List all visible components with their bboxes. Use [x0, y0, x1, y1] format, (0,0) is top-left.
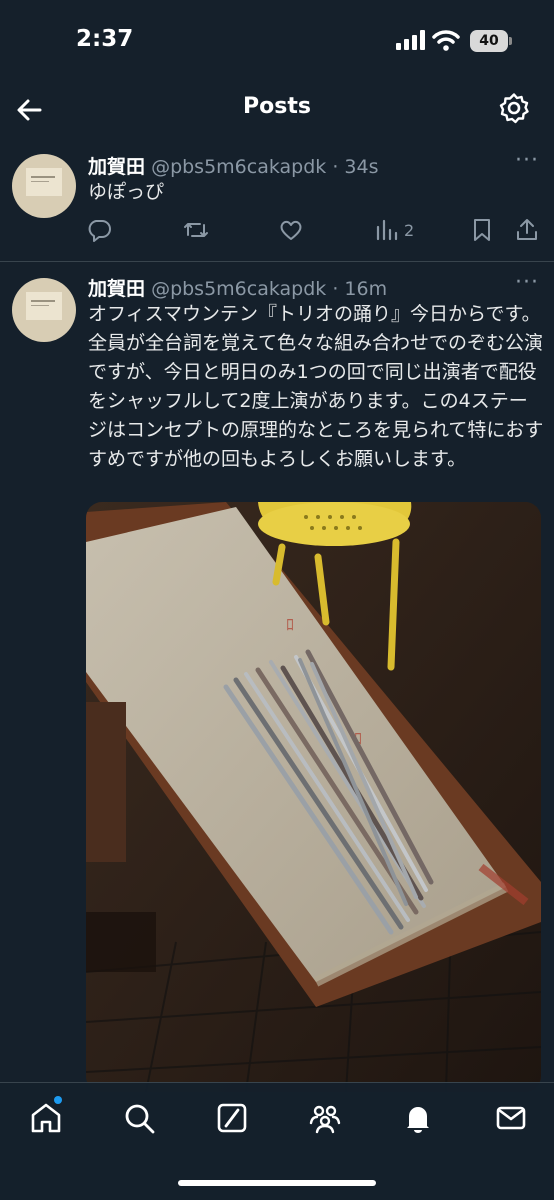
bookmark-button[interactable] [470, 214, 494, 246]
meta-separator: · [326, 156, 345, 178]
bookmark-icon [474, 219, 490, 241]
author-name[interactable]: 加賀田 [88, 156, 145, 178]
post-age[interactable]: 34s [344, 156, 378, 178]
status-time: 2:37 [76, 26, 134, 52]
views-chart-icon [376, 219, 398, 241]
repost-icon [184, 223, 208, 237]
heart-icon [280, 220, 302, 240]
meta-separator: · [326, 278, 345, 300]
status-bar: 2:37 40 [0, 0, 554, 80]
svg-text:ﾛ: ﾛ [286, 615, 294, 634]
more-icon[interactable]: ··· [515, 148, 539, 173]
more-icon[interactable]: ··· [515, 270, 539, 295]
avatar[interactable] [12, 278, 76, 342]
home-unread-dot [54, 1096, 62, 1104]
like-button[interactable] [278, 214, 304, 246]
post-header: 加賀田 @pbs5m6cakapdk · 16m [88, 274, 387, 301]
post-divider [0, 261, 554, 262]
notifications-icon[interactable] [401, 1101, 435, 1135]
post-photo[interactable]: ﾛ ﾛ [86, 502, 541, 1092]
post-text: ゆぽっぴ [88, 181, 165, 203]
battery-indicator: 40 [470, 30, 508, 52]
post-item[interactable]: 加賀田 @pbs5m6cakapdk · 34s ··· ゆぽっぴ 2 [0, 146, 554, 260]
post-actions: 2 [0, 214, 554, 246]
grok-icon[interactable] [215, 1101, 249, 1135]
home-icon[interactable] [29, 1101, 63, 1135]
repost-button[interactable] [182, 214, 210, 246]
wifi-icon [432, 30, 460, 51]
home-indicator[interactable] [178, 1180, 376, 1186]
post-age[interactable]: 16m [344, 278, 387, 300]
avatar[interactable] [12, 154, 76, 218]
author-name[interactable]: 加賀田 [88, 278, 145, 300]
cellular-signal-icon [396, 30, 425, 50]
views-count: 2 [404, 220, 415, 240]
views-button[interactable]: 2 [374, 214, 414, 246]
share-button[interactable] [514, 214, 540, 246]
post-header: 加賀田 @pbs5m6cakapdk · 34s [88, 152, 379, 179]
page-title: Posts [243, 94, 311, 119]
communities-icon[interactable] [308, 1101, 342, 1135]
gear-icon[interactable] [498, 92, 530, 124]
post-text: オフィスマウンテン『トリオの踊り』今日からです。全員が全台詞を覚えて色々な組み合… [88, 303, 544, 470]
author-handle[interactable]: @pbs5m6cakapdk [151, 278, 326, 300]
author-handle[interactable]: @pbs5m6cakapdk [151, 156, 326, 178]
search-icon[interactable] [122, 1101, 156, 1135]
reply-icon [88, 220, 111, 242]
photo-image: ﾛ ﾛ [86, 502, 541, 1092]
share-icon [517, 219, 537, 240]
messages-icon[interactable] [494, 1101, 528, 1135]
battery-tip [509, 37, 512, 45]
reply-button[interactable] [86, 214, 112, 246]
top-header: Posts [0, 80, 554, 140]
